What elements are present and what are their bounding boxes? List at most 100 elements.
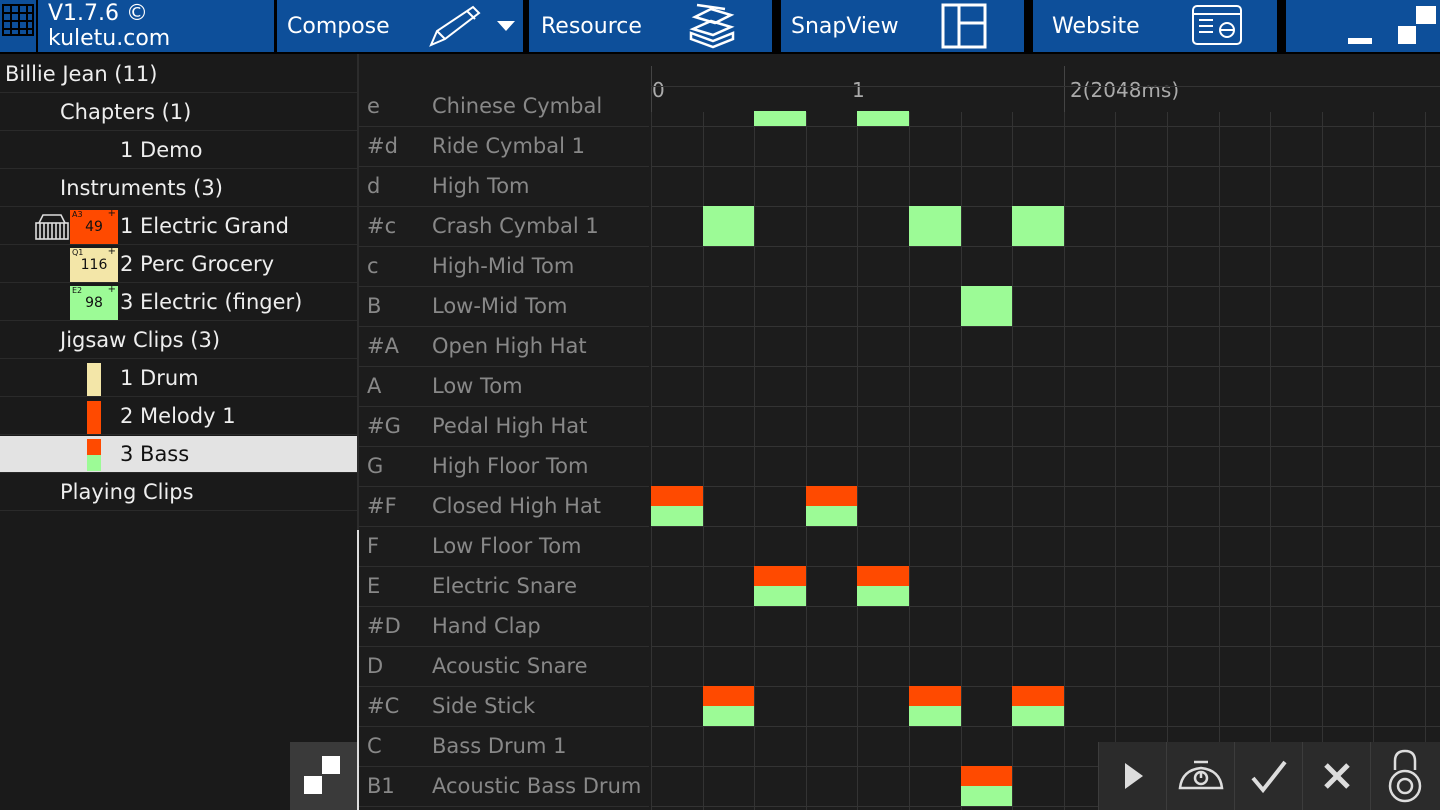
drum-instrument-name: Hand Clap [432, 614, 541, 638]
confirm-button[interactable] [1234, 742, 1302, 810]
note-row-label[interactable]: e Chinese Cymbal [359, 86, 649, 127]
drum-instrument-name: Low Floor Tom [432, 534, 582, 558]
song-label: Billie Jean (11) [5, 62, 158, 86]
note-cell[interactable] [857, 566, 909, 606]
tree-clip-item[interactable]: 2 Melody 1 [0, 398, 357, 435]
tree-clip-item[interactable]: 1 Drum [0, 360, 357, 397]
clip-label: 1 Drum [120, 366, 199, 390]
grid-row-line [651, 86, 1440, 87]
app-grid-icon[interactable] [0, 0, 36, 52]
note-name: G [367, 454, 384, 478]
note-name: #C [367, 694, 400, 718]
note-row-label[interactable]: #D Hand Clap [359, 606, 649, 647]
note-row-label[interactable]: C Bass Drum 1 [359, 726, 649, 767]
note-name: #F [367, 494, 397, 518]
tree-instruments[interactable]: Instruments (3) [0, 170, 357, 207]
cancel-button[interactable] [1302, 742, 1370, 810]
note-cell[interactable] [1012, 686, 1064, 726]
chevron-down-icon[interactable] [497, 21, 515, 33]
clip-color-bar [87, 401, 101, 434]
note-row-label[interactable]: F Low Floor Tom [359, 526, 649, 567]
tree-song[interactable]: Billie Jean (11) [0, 56, 357, 93]
note-row-label[interactable]: #G Pedal High Hat [359, 406, 649, 447]
metronome-icon [1178, 760, 1223, 790]
drum-instrument-name: High Tom [432, 174, 530, 198]
webpage-icon [1192, 5, 1242, 45]
note-cell[interactable] [909, 206, 961, 246]
note-row-label[interactable]: G High Floor Tom [359, 446, 649, 487]
tree-jigsaw-clips[interactable]: Jigsaw Clips (3) [0, 322, 357, 359]
restore-panel-button[interactable] [290, 742, 357, 810]
note-row-label[interactable]: #F Closed High Hat [359, 486, 649, 527]
note-name: e [367, 94, 380, 118]
note-row-label[interactable]: #C Side Stick [359, 686, 649, 727]
note-row-label[interactable]: #A Open High Hat [359, 326, 649, 367]
play-button[interactable] [1098, 742, 1166, 810]
note-row-label[interactable]: #c Crash Cymbal 1 [359, 206, 649, 247]
note-cell[interactable] [651, 486, 703, 526]
snapview-button[interactable]: SnapView [781, 0, 1024, 52]
note-cell[interactable] [754, 566, 806, 606]
note-row-label[interactable]: A Low Tom [359, 366, 649, 407]
lock-button[interactable] [1370, 742, 1438, 810]
chapters-label: Chapters (1) [60, 100, 192, 124]
drum-instrument-name: Chinese Cymbal [432, 94, 603, 118]
minimize-icon[interactable] [1348, 38, 1372, 44]
tree-instrument-item[interactable]: E2 + 98 3 Electric (finger) [0, 284, 357, 321]
note-row-label[interactable]: #d Ride Cymbal 1 [359, 126, 649, 167]
piano-icon [35, 214, 69, 240]
metronome-button[interactable] [1166, 742, 1234, 810]
note-cell[interactable] [805, 486, 858, 526]
note-cell[interactable] [702, 206, 755, 246]
website-button[interactable]: Website [1033, 0, 1277, 52]
note-name: #A [367, 334, 399, 358]
note-row-label[interactable]: d High Tom [359, 166, 649, 207]
restore-icon[interactable] [1396, 6, 1436, 46]
instrument-badge[interactable]: E2 + 98 [70, 284, 118, 320]
grid-beat-line [1321, 112, 1323, 810]
badge-plus-icon: + [107, 208, 116, 219]
instrument-label: 2 Perc Grocery [120, 252, 275, 276]
note-row-label[interactable]: B1 Acoustic Bass Drum [359, 766, 649, 807]
tree-instrument-item[interactable]: Q1 + 116 2 Perc Grocery [0, 246, 357, 283]
note-cell[interactable] [754, 111, 806, 126]
instrument-badge[interactable]: A3 + 49 [70, 208, 118, 244]
ruler-label: 0 [652, 78, 665, 102]
version-label[interactable]: V1.7.6 © kuletu.com [38, 0, 274, 52]
note-row-label[interactable]: B Low-Mid Tom [359, 286, 649, 327]
note-row-label[interactable]: D Acoustic Snare [359, 646, 649, 687]
tree-chapter-item[interactable]: 1 Demo [0, 132, 357, 169]
badge-program: 98 [85, 295, 103, 311]
tree-clip-item-selected[interactable]: 3 Bass [0, 436, 357, 473]
drum-instrument-name: Ride Cymbal 1 [432, 134, 585, 158]
drum-instrument-name: Electric Snare [432, 574, 578, 598]
note-cell[interactable] [909, 686, 961, 726]
drum-instrument-name: Acoustic Bass Drum [432, 774, 642, 798]
instrument-label: 3 Electric (finger) [120, 290, 303, 314]
note-cell[interactable] [702, 686, 755, 726]
note-cell[interactable] [857, 111, 909, 126]
badge-program: 116 [80, 257, 108, 273]
drum-instrument-name: High-Mid Tom [432, 254, 575, 278]
tree-playing-clips[interactable]: Playing Clips [0, 474, 357, 511]
note-name: c [367, 254, 379, 278]
jigsaw-label: Jigsaw Clips (3) [60, 328, 221, 352]
note-cell[interactable] [960, 286, 1013, 326]
window-frame-icon [941, 3, 987, 49]
note-cell[interactable] [1012, 206, 1064, 246]
note-name: B [367, 294, 382, 318]
compose-button[interactable]: Compose [277, 0, 523, 52]
grid-beat-line [651, 112, 652, 810]
song-tree: Billie Jean (11) Chapters (1) 1 Demo Ins… [0, 54, 357, 810]
resource-button[interactable]: Resource [529, 0, 772, 52]
note-cell[interactable] [960, 766, 1013, 806]
note-name: #D [367, 614, 401, 638]
timeline-ruler[interactable]: 0 1 2(2048ms) [651, 66, 1179, 114]
instrument-label: 1 Electric Grand [120, 214, 289, 238]
note-row-label[interactable]: c High-Mid Tom [359, 246, 649, 287]
tree-chapters[interactable]: Chapters (1) [0, 94, 357, 131]
instrument-badge[interactable]: Q1 + 116 [70, 246, 118, 282]
note-row-label[interactable]: E Electric Snare [359, 566, 649, 607]
drum-instrument-name: Low-Mid Tom [432, 294, 568, 318]
tree-instrument-item[interactable]: A3 + 49 1 Electric Grand [0, 208, 357, 245]
